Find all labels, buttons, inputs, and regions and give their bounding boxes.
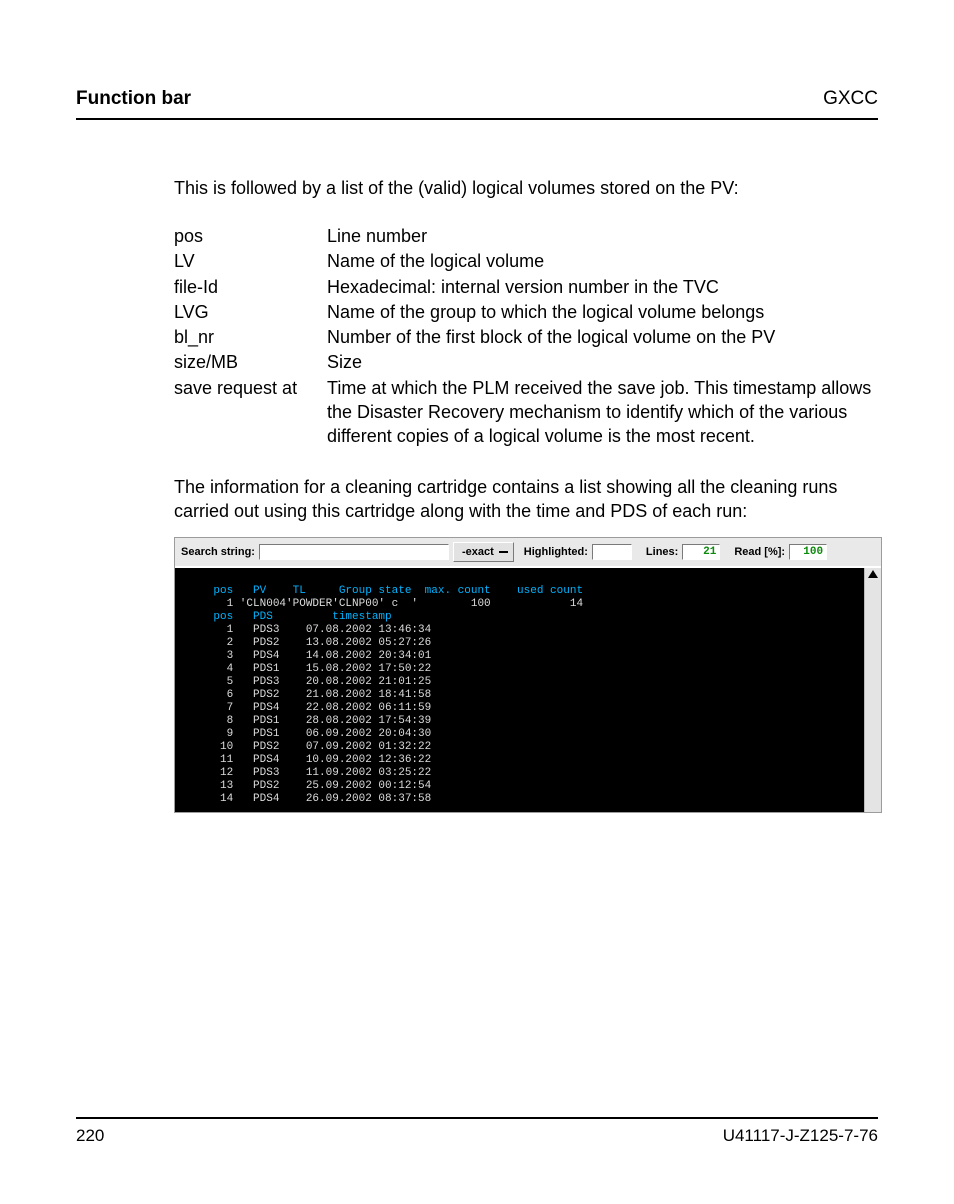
menu-indicator-icon — [499, 551, 508, 553]
cleaning-paragraph: The information for a cleaning cartridge… — [174, 475, 878, 524]
definition-term: size/MB — [174, 350, 327, 374]
definition-term: LVG — [174, 300, 327, 324]
definition-term: pos — [174, 224, 327, 248]
page-header: Function bar GXCC — [76, 86, 878, 120]
definition-row: save request atTime at which the PLM rec… — [174, 376, 878, 449]
terminal-toolbar: Search string: -exact Highlighted: Lines… — [175, 538, 881, 568]
definition-desc: Name of the logical volume — [327, 249, 878, 273]
vertical-scrollbar[interactable] — [864, 568, 881, 812]
page-number: 220 — [76, 1125, 104, 1148]
definition-term: file-Id — [174, 275, 327, 299]
terminal-panel: Search string: -exact Highlighted: Lines… — [174, 537, 882, 813]
search-label: Search string: — [181, 545, 255, 560]
exact-button-label: -exact — [462, 545, 494, 560]
definition-row: LVGName of the group to which the logica… — [174, 300, 878, 324]
definition-row: LVName of the logical volume — [174, 249, 878, 273]
highlighted-label: Highlighted: — [524, 545, 588, 560]
definition-row: file-IdHexadecimal: internal version num… — [174, 275, 878, 299]
definition-desc: Number of the first block of the logical… — [327, 325, 878, 349]
read-display — [789, 544, 827, 560]
definition-row: bl_nrNumber of the first block of the lo… — [174, 325, 878, 349]
lines-label: Lines: — [646, 545, 678, 560]
intro-paragraph: This is followed by a list of the (valid… — [174, 176, 878, 200]
definition-desc: Hexadecimal: internal version number in … — [327, 275, 878, 299]
definition-desc: Line number — [327, 224, 878, 248]
definition-list: posLine numberLVName of the logical volu… — [174, 224, 878, 449]
definition-term: LV — [174, 249, 327, 273]
scroll-up-icon[interactable] — [868, 570, 878, 578]
definition-desc: Name of the group to which the logical v… — [327, 300, 878, 324]
definition-desc: Time at which the PLM received the save … — [327, 376, 878, 449]
header-left: Function bar — [76, 86, 191, 112]
definition-term: save request at — [174, 376, 327, 400]
lines-display — [682, 544, 720, 560]
read-label: Read [%]: — [734, 545, 785, 560]
header-right: GXCC — [823, 86, 878, 112]
search-input[interactable] — [259, 544, 449, 560]
highlighted-input[interactable] — [592, 544, 632, 560]
exact-button[interactable]: -exact — [453, 542, 514, 562]
terminal-output: pos PV TL Group state max. count used co… — [175, 568, 864, 812]
document-id: U41117-J-Z125-7-76 — [723, 1125, 878, 1148]
definition-term: bl_nr — [174, 325, 327, 349]
definition-desc: Size — [327, 350, 878, 374]
page-footer: 220 U41117-J-Z125-7-76 — [76, 1117, 878, 1148]
definition-row: size/MBSize — [174, 350, 878, 374]
definition-row: posLine number — [174, 224, 878, 248]
